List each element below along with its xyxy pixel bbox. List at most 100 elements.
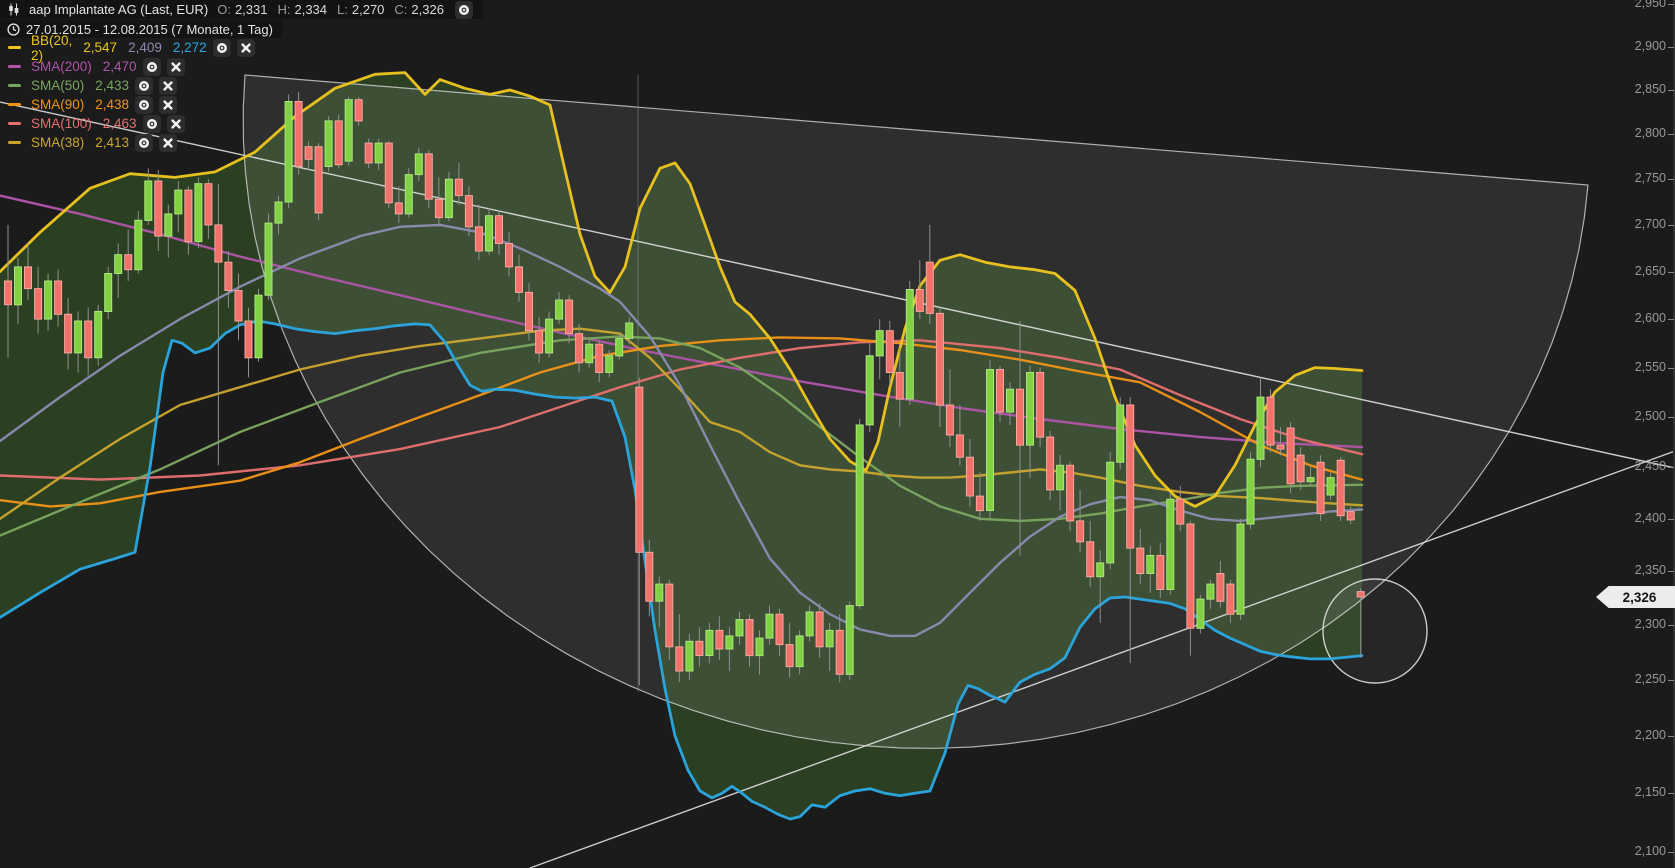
indicator-value: 2,409	[128, 40, 162, 55]
candle	[1097, 563, 1104, 577]
circle-drawing[interactable]	[1323, 579, 1427, 683]
candle	[1197, 599, 1204, 628]
candle	[776, 614, 783, 644]
candle	[115, 255, 122, 274]
axis-tick	[1668, 90, 1674, 91]
candle	[395, 203, 402, 214]
candle	[1137, 548, 1144, 573]
axis-tick	[1668, 852, 1674, 853]
indicator-color-dash	[8, 141, 21, 144]
axis-tick	[1668, 519, 1674, 520]
candle	[746, 620, 753, 656]
axis-tick	[1668, 680, 1674, 681]
indicator-remove-button[interactable]	[159, 134, 177, 152]
candle	[1357, 592, 1364, 597]
axis-label: 2,650	[1604, 264, 1666, 278]
close-icon	[170, 61, 182, 73]
candle	[305, 147, 312, 160]
candle	[696, 641, 703, 655]
candle	[235, 291, 242, 322]
indicator-remove-button[interactable]	[159, 96, 177, 114]
axis-tick	[1668, 225, 1674, 226]
candle	[1287, 428, 1294, 484]
candle	[826, 630, 833, 646]
indicator-visibility-button[interactable]	[143, 115, 161, 133]
candle	[275, 202, 282, 223]
candle	[15, 267, 22, 305]
candle	[1317, 462, 1324, 513]
instrument-title: aap Implantate AG (Last, EUR)	[29, 2, 208, 17]
candle	[526, 292, 533, 330]
candle	[345, 100, 352, 161]
indicator-name: SMA(38)	[31, 135, 84, 150]
series-visibility-button[interactable]	[455, 1, 473, 19]
eye-icon	[138, 137, 150, 149]
ohlc-readout: O:2,331 H:2,334 L:2,270 C:2,326	[217, 2, 444, 17]
candle	[896, 373, 903, 400]
candle	[576, 334, 583, 363]
candle	[85, 321, 92, 358]
candle	[716, 630, 723, 649]
candle	[1017, 389, 1024, 445]
eye-icon	[138, 80, 150, 92]
candle	[1007, 389, 1014, 412]
indicator-value: 2,470	[103, 59, 137, 74]
candle	[195, 184, 202, 242]
indicator-visibility-button[interactable]	[135, 96, 153, 114]
indicator-visibility-button[interactable]	[135, 77, 153, 95]
candle	[465, 196, 472, 227]
indicator-value: 2,463	[103, 116, 137, 131]
indicator-name: SMA(100)	[31, 116, 92, 131]
candle	[536, 331, 543, 353]
indicator-remove-button[interactable]	[237, 39, 255, 57]
axis-tick	[1668, 134, 1674, 135]
axis-label: 2,850	[1604, 82, 1666, 96]
close-icon	[170, 118, 182, 130]
axis-tick	[1668, 467, 1674, 468]
indicator-remove-button[interactable]	[167, 115, 185, 133]
axis-tick	[1668, 571, 1674, 572]
legend-row: SMA(100) 2,463	[8, 114, 255, 133]
candle	[1207, 584, 1214, 599]
instrument-header: aap Implantate AG (Last, EUR) O:2,331 H:…	[0, 0, 483, 19]
candle	[415, 154, 422, 175]
chart-app: 2,9502,9002,8502,8002,7502,7002,6502,600…	[0, 0, 1675, 868]
indicator-value: 2,433	[95, 78, 129, 93]
candle	[255, 295, 262, 358]
candle	[836, 630, 843, 674]
indicator-remove-button[interactable]	[167, 58, 185, 76]
axis-tick	[1668, 368, 1674, 369]
candle	[676, 647, 683, 671]
candle	[455, 179, 462, 195]
candle	[375, 143, 382, 163]
axis-tick	[1668, 47, 1674, 48]
candle	[1047, 437, 1054, 490]
candle	[966, 457, 973, 496]
candle	[796, 636, 803, 667]
candle	[856, 425, 863, 606]
axis-label: 2,750	[1604, 171, 1666, 185]
axis-label: 2,150	[1604, 785, 1666, 799]
candle	[516, 267, 523, 293]
candle	[135, 220, 142, 269]
indicator-value: 2,413	[95, 135, 129, 150]
axis-tick	[1668, 736, 1674, 737]
indicator-color-dash	[8, 46, 21, 49]
close-icon	[162, 137, 174, 149]
candle	[976, 496, 983, 511]
candle	[265, 223, 272, 295]
candle	[75, 321, 82, 353]
indicator-visibility-button[interactable]	[135, 134, 153, 152]
candle	[1027, 373, 1034, 446]
candle	[496, 216, 503, 244]
indicator-remove-button[interactable]	[159, 77, 177, 95]
indicator-value: 2,547	[83, 40, 117, 55]
axis-label: 2,300	[1604, 617, 1666, 631]
candle	[1307, 478, 1314, 482]
candle	[215, 225, 222, 262]
candle	[926, 262, 933, 313]
indicator-visibility-button[interactable]	[213, 39, 231, 57]
indicator-visibility-button[interactable]	[143, 58, 161, 76]
axis-tick	[1668, 417, 1674, 418]
candle	[385, 143, 392, 203]
